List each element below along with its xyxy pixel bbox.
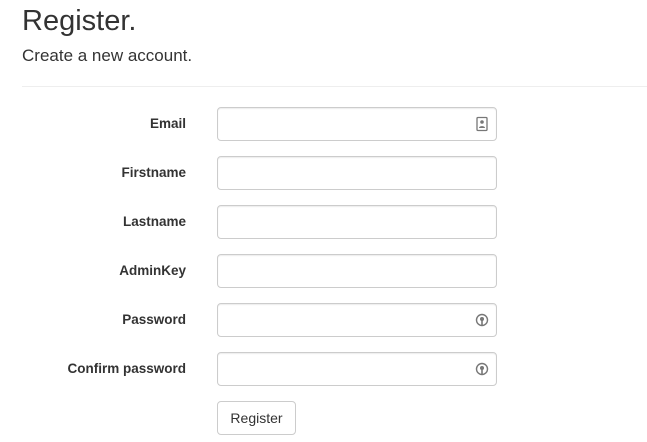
page-title: Register. (22, 5, 137, 37)
register-button[interactable]: Register (217, 401, 296, 435)
password-row: Password (0, 303, 647, 337)
confirm-password-label: Confirm password (67, 361, 186, 376)
lastname-label: Lastname (122, 214, 186, 229)
contact-card-icon[interactable] (475, 116, 489, 132)
adminkey-label: AdminKey (119, 263, 186, 278)
firstname-row: Firstname (0, 156, 647, 190)
lastname-row: Lastname (0, 205, 647, 239)
lastname-input[interactable] (217, 205, 497, 239)
password-manager-icon[interactable] (475, 312, 489, 328)
divider (22, 86, 647, 87)
firstname-label: Firstname (121, 165, 186, 180)
firstname-input[interactable] (217, 156, 497, 190)
password-label: Password (122, 312, 186, 327)
confirm-password-input[interactable] (217, 352, 497, 386)
page-subtitle: Create a new account. (22, 46, 193, 65)
password-manager-icon[interactable] (475, 361, 489, 377)
register-page: Register. Create a new account. Email Fi… (0, 0, 647, 442)
password-input[interactable] (217, 303, 497, 337)
email-row: Email (0, 107, 647, 141)
email-label: Email (149, 116, 186, 131)
adminkey-row: AdminKey (0, 254, 647, 288)
confirm-password-row: Confirm password (0, 352, 647, 386)
email-input[interactable] (217, 107, 497, 141)
adminkey-input[interactable] (217, 254, 497, 288)
